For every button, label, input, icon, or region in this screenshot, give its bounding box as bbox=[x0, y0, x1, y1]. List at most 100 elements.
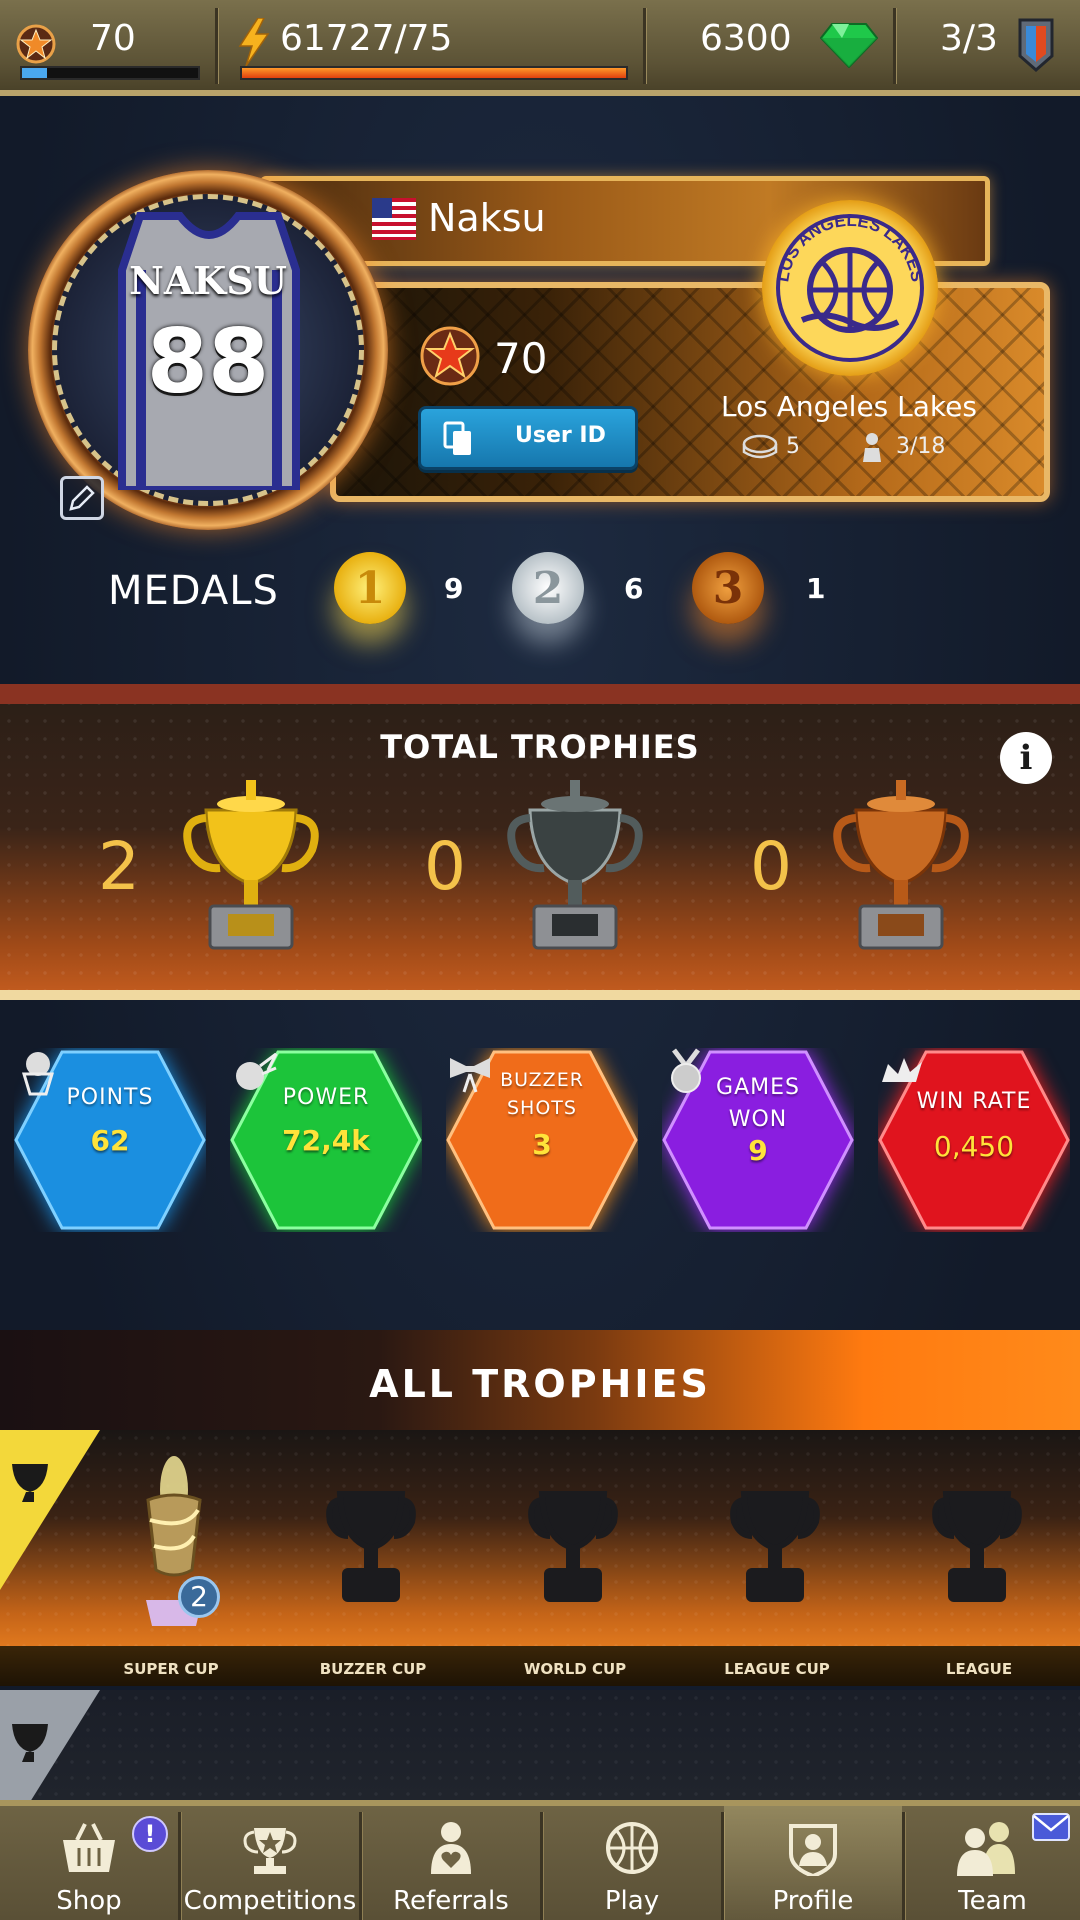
cup-label-world-cup: WORLD CUP bbox=[523, 1660, 627, 1678]
flaming-ball-icon bbox=[236, 1052, 278, 1090]
nav-label: Competitions bbox=[183, 1886, 357, 1916]
bronze-trophy-count: 0 bbox=[750, 828, 792, 905]
nav-label: Team bbox=[958, 1886, 1027, 1916]
jersey-name: NAKSU bbox=[129, 258, 287, 303]
basket-icon bbox=[63, 1823, 115, 1872]
cup-label-league: LEAGUE bbox=[945, 1660, 1013, 1678]
info-icon[interactable]: i bbox=[1000, 732, 1052, 784]
medal-icon bbox=[671, 1048, 701, 1093]
gold-trophy-count: 2 bbox=[98, 828, 140, 905]
cup-label-buzzer-cup: BUZZER CUP bbox=[319, 1660, 427, 1678]
stat-points[interactable]: POINTS 62 bbox=[14, 1048, 206, 1232]
super-cup-count-badge: 2 bbox=[178, 1576, 220, 1618]
notification-badge: ! bbox=[132, 1816, 168, 1852]
tickets-value: 3/3 bbox=[940, 18, 998, 59]
medals-label: MEDALS bbox=[108, 568, 279, 614]
profile-shield-icon bbox=[789, 1824, 837, 1876]
gem-icon bbox=[820, 23, 878, 68]
trophy-star-icon bbox=[243, 1828, 297, 1874]
total-trophies-title: TOTAL TROPHIES bbox=[380, 728, 700, 766]
energy-progress-bar bbox=[240, 66, 628, 80]
stat-value: 62 bbox=[90, 1124, 130, 1157]
stadium-count: 5 bbox=[786, 434, 800, 459]
jersey-number: 88 bbox=[146, 310, 270, 413]
gold-row-tag bbox=[0, 1430, 100, 1590]
panel-top-strip bbox=[0, 684, 1080, 704]
buzzer-ribbon-icon bbox=[450, 1058, 490, 1093]
nav-label: Play bbox=[604, 1886, 660, 1916]
topbar-divider bbox=[643, 8, 646, 84]
gold-trophy-icon bbox=[183, 780, 319, 950]
silver-trophy-count: 0 bbox=[424, 828, 466, 905]
nav-label: Referrals bbox=[393, 1886, 509, 1916]
silver-trophy-icon bbox=[507, 780, 643, 950]
cup-label-league-cup: LEAGUE CUP bbox=[724, 1660, 830, 1678]
gold-medal-icon: 1 bbox=[334, 552, 406, 624]
gems-value: 6300 bbox=[700, 18, 792, 59]
team-logo[interactable]: LOS ANGELES LAKES bbox=[762, 200, 938, 376]
energy-resource[interactable]: 61727/75 bbox=[220, 0, 640, 90]
level-value: 70 bbox=[90, 18, 136, 59]
team-people-icon bbox=[957, 1822, 1015, 1876]
profile-level: 70 bbox=[494, 334, 548, 383]
gold-medal-count: 9 bbox=[444, 572, 464, 605]
basketball-icon bbox=[606, 1822, 658, 1874]
bronze-medal-icon: 3 bbox=[692, 552, 764, 624]
bronze-trophy-icon bbox=[833, 780, 969, 950]
nav-play[interactable]: Play bbox=[543, 1806, 721, 1920]
lightning-icon bbox=[238, 18, 270, 66]
world-cup-locked-icon[interactable] bbox=[528, 1480, 618, 1604]
us-flag-icon bbox=[372, 198, 416, 240]
topbar-divider bbox=[215, 8, 218, 84]
shield-ticket-icon bbox=[1018, 18, 1054, 72]
nav-profile[interactable]: Profile bbox=[724, 1806, 902, 1920]
basketball-hoop-icon bbox=[21, 1052, 55, 1096]
stat-win-rate[interactable]: WIN RATE 0,450 bbox=[878, 1048, 1070, 1232]
tickets-resource[interactable]: 3/3 bbox=[898, 0, 1080, 90]
level-progress-bar bbox=[20, 66, 200, 80]
buzzer-cup-locked-icon[interactable] bbox=[326, 1480, 416, 1604]
stat-value: 72,4k bbox=[282, 1124, 370, 1157]
topbar-divider bbox=[893, 8, 896, 84]
nav-competitions[interactable]: Competitions bbox=[181, 1806, 359, 1920]
mail-icon bbox=[1032, 1813, 1070, 1841]
silver-medal-count: 6 bbox=[624, 572, 644, 605]
bronze-medal-count: 1 bbox=[806, 572, 826, 605]
league-cup-locked-icon[interactable] bbox=[730, 1480, 820, 1604]
nav-referrals[interactable]: Referrals bbox=[362, 1806, 540, 1920]
gems-resource[interactable]: 6300 bbox=[648, 0, 893, 90]
stat-value: 9 bbox=[748, 1134, 768, 1167]
person-heart-icon bbox=[431, 1822, 471, 1874]
silver-trophies-row bbox=[0, 1690, 1080, 1800]
coach-icon bbox=[863, 433, 881, 462]
nav-label: Shop bbox=[56, 1886, 122, 1916]
user-id-label: User ID bbox=[515, 423, 606, 448]
silver-medal-icon: 2 bbox=[512, 552, 584, 624]
profile-screen: 70 61727/75 6300 3/3 Naksu NAKSU 88 70 U… bbox=[0, 0, 1080, 1920]
super-cup-trophy[interactable]: 2 bbox=[126, 1450, 222, 1636]
crown-icon bbox=[882, 1058, 922, 1082]
copy-icon bbox=[443, 421, 471, 455]
player-name: Naksu bbox=[428, 196, 546, 240]
stat-value: 0,450 bbox=[933, 1130, 1015, 1163]
level-resource[interactable]: 70 bbox=[0, 0, 215, 90]
user-id-button[interactable]: User ID bbox=[418, 406, 638, 470]
nav-shop[interactable]: Shop ! bbox=[0, 1806, 178, 1920]
stat-games-won[interactable]: GAMES WON 9 bbox=[662, 1048, 854, 1232]
coach-count: 3/18 bbox=[896, 434, 946, 459]
pencil-icon bbox=[69, 485, 95, 511]
energy-value: 61727/75 bbox=[280, 18, 453, 59]
stat-buzzer-shots[interactable]: BUZZER SHOTS 3 bbox=[446, 1048, 638, 1232]
stat-power[interactable]: POWER 72,4k bbox=[230, 1048, 422, 1232]
stat-value: 3 bbox=[532, 1128, 552, 1161]
edit-profile-button[interactable] bbox=[60, 476, 104, 520]
level-star-icon bbox=[420, 326, 480, 386]
nav-team[interactable]: Team bbox=[905, 1806, 1080, 1920]
team-name: Los Angeles Lakes bbox=[721, 390, 977, 423]
cup-label-super-cup: SUPER CUP bbox=[123, 1660, 219, 1678]
level-star-icon bbox=[16, 24, 56, 64]
all-trophies-title: ALL TROPHIES bbox=[369, 1362, 711, 1406]
league-locked-icon[interactable] bbox=[932, 1480, 1022, 1604]
nav-label: Profile bbox=[772, 1886, 854, 1916]
stadium-icon bbox=[742, 434, 778, 459]
